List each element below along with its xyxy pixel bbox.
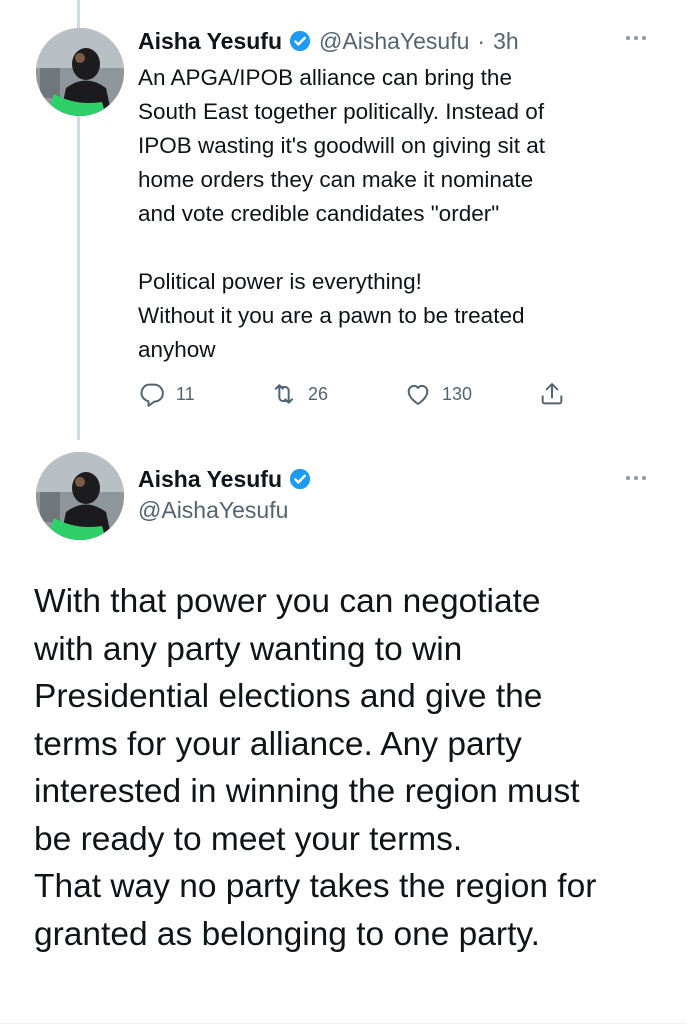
reply-icon (140, 383, 164, 407)
like-icon (407, 384, 429, 405)
share-button[interactable] (538, 376, 566, 412)
tweet-text-line: South East together politically. Instead… (138, 99, 545, 124)
retweet-icon (274, 384, 294, 404)
tweet-text-line: anyhow (138, 337, 216, 362)
display-name[interactable]: Aisha Yesufu (138, 28, 282, 55)
user-handle[interactable]: @AishaYesufu (319, 28, 469, 55)
tweet-text-line: be ready to meet your terms. (34, 820, 463, 858)
tweet-text-line: That way no party takes the region for (34, 868, 597, 905)
tweet-text-line: home orders they can make it nominate (138, 167, 534, 192)
like-count: 130 (442, 383, 473, 404)
user-handle[interactable]: @AishaYesufu (138, 497, 288, 524)
tweet-text: With that power you can negotiate with a… (34, 578, 664, 958)
more-icon[interactable] (622, 28, 650, 48)
verified-icon (289, 30, 311, 52)
tweet-text-line: terms for your alliance. Any party (34, 725, 522, 763)
verified-icon (289, 468, 311, 490)
tweet-text-line: Political power is everything! (138, 269, 422, 294)
retweet-count: 26 (308, 383, 329, 404)
tweet-actions: 11 26 130 (138, 376, 578, 412)
share-icon (541, 383, 563, 405)
tweet-text-line: IPOB wasting it's goodwill on giving sit… (138, 133, 545, 158)
tweet-text-line: With that power you can negotiate (34, 583, 541, 620)
avatar[interactable] (36, 28, 124, 116)
tweet-text-line: Presidential elections and give the (34, 678, 543, 715)
reply-button[interactable]: 11 (138, 376, 195, 412)
like-button[interactable]: 130 (404, 376, 472, 412)
tweet-text: An APGA/IPOB alliance can bring the Sout… (138, 61, 658, 367)
avatar-image (36, 452, 124, 540)
avatar-image (36, 28, 124, 116)
tweet-text-line: Without it you are a pawn to be treated (138, 303, 525, 328)
tweet-text-line: and vote credible candidates "order" (138, 201, 500, 226)
tweet-text-line: An APGA/IPOB alliance can bring the (138, 65, 512, 90)
tweet-header: Aisha Yesufu @AishaYesufu · 3h (138, 24, 519, 58)
tweet-text-line: interested in winning the region must (34, 773, 580, 810)
more-icon[interactable] (622, 468, 650, 488)
display-name[interactable]: Aisha Yesufu (138, 466, 282, 493)
tweet-text-line: with any party wanting to win (34, 630, 463, 668)
retweet-button[interactable]: 26 (270, 376, 328, 412)
timestamp[interactable]: 3h (493, 28, 519, 55)
tweet-text-line: granted as belonging to one party. (34, 915, 540, 953)
tweet-header: Aisha Yesufu (138, 462, 311, 496)
avatar[interactable] (36, 452, 124, 540)
meta-separator: · (477, 27, 486, 54)
reply-count: 11 (176, 383, 195, 404)
